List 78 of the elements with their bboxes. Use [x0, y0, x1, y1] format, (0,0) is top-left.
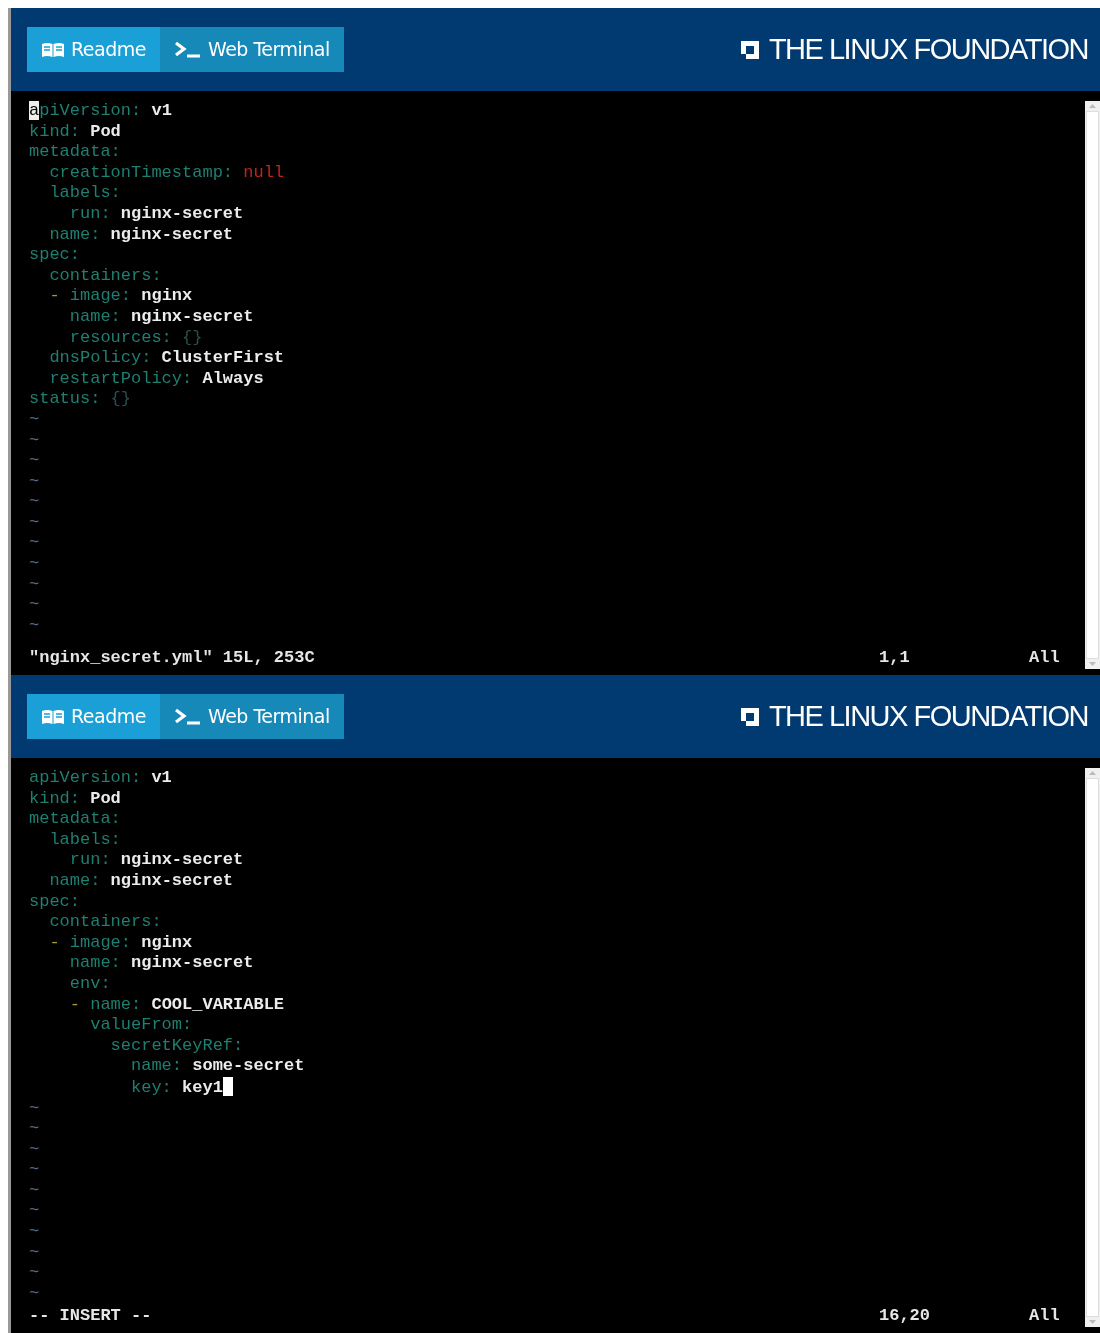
- scroll-down-icon[interactable]: [1088, 659, 1097, 669]
- code-line: secretKeyRef:: [109, 1035, 244, 1057]
- code-line: metadata:: [29, 142, 121, 163]
- book-icon: [41, 41, 65, 58]
- empty-line-marker: ~: [29, 1263, 40, 1284]
- empty-line-marker: ~: [29, 595, 40, 616]
- empty-line-marker: ~: [29, 409, 40, 431]
- code-line: metadata:: [29, 809, 121, 830]
- empty-line-marker: ~: [29, 1098, 40, 1120]
- code-line: - image: nginx: [48, 286, 193, 307]
- code-line: run: nginx-secret: [68, 850, 244, 871]
- code-line: env:: [68, 973, 111, 995]
- empty-line-marker: ~: [29, 533, 40, 555]
- code-line: status: {}: [29, 389, 132, 410]
- empty-line-marker: ~: [29, 1160, 40, 1181]
- scrollbar[interactable]: [1085, 101, 1100, 669]
- empty-line-marker: ~: [29, 492, 40, 513]
- code-line: labels:: [48, 829, 121, 851]
- code-line: dnsPolicy: ClusterFirst: [48, 348, 285, 369]
- empty-line-marker: ~: [29, 1139, 40, 1161]
- terminal-prompt-icon: [173, 40, 202, 59]
- code-line: apiVersion: v1: [29, 768, 172, 789]
- empty-line-marker: ~: [29, 1119, 40, 1140]
- empty-line-marker: ~: [29, 1222, 40, 1243]
- tab[interactable]: Web Terminal: [159, 27, 344, 72]
- code-line: restartPolicy: Always: [48, 368, 264, 390]
- code-line: apiVersion: v1: [29, 101, 172, 122]
- tab[interactable]: Readme: [27, 694, 160, 739]
- scrollbar-thumb[interactable]: [1086, 778, 1099, 1317]
- empty-line-marker: ~: [29, 451, 40, 472]
- empty-line-marker: ~: [29, 554, 40, 575]
- status-message: "nginx_secret.yml" 15L, 253C: [29, 648, 316, 669]
- tab[interactable]: Readme: [27, 27, 160, 72]
- scroll-up-icon[interactable]: [1088, 768, 1097, 778]
- code-line: name: nginx-secret: [68, 953, 254, 974]
- square-logo-icon: [738, 38, 761, 61]
- logo-text: THE LINUX FOUNDATION: [768, 31, 1088, 67]
- code-line: name: nginx-secret: [48, 870, 234, 892]
- empty-line-marker: ~: [29, 615, 40, 637]
- code-line: resources: {}: [68, 327, 203, 349]
- code-line: run: nginx-secret: [68, 203, 244, 225]
- code-line: labels:: [48, 183, 121, 204]
- empty-line-marker: ~: [29, 430, 40, 452]
- code-line: kind: Pod: [29, 788, 121, 810]
- code-line: name: nginx-secret: [48, 224, 234, 246]
- empty-line-marker: ~: [29, 1242, 40, 1264]
- scrollbar-thumb[interactable]: [1086, 111, 1099, 659]
- logo-text: THE LINUX FOUNDATION: [768, 698, 1088, 734]
- code-line: valueFrom:: [89, 1015, 193, 1036]
- code-line: name: nginx-secret: [68, 306, 254, 328]
- tab[interactable]: Web Terminal: [159, 694, 344, 739]
- empty-line-marker: ~: [29, 1283, 40, 1305]
- scroll-position: All: [1029, 648, 1060, 669]
- empty-line-marker: ~: [29, 574, 40, 596]
- code-line: kind: Pod: [29, 121, 121, 143]
- cursor-position: 1,1: [879, 648, 911, 669]
- code-line: spec:: [29, 245, 80, 266]
- empty-line-marker: ~: [29, 1201, 40, 1223]
- scrollbar[interactable]: [1085, 768, 1100, 1327]
- terminal-prompt-icon: [173, 707, 202, 726]
- book-icon: [41, 708, 65, 725]
- code-line: containers:: [48, 265, 162, 287]
- code-line: spec:: [29, 891, 80, 913]
- empty-line-marker: ~: [29, 1180, 40, 1202]
- code-line: key: key1: [29, 1076, 233, 1099]
- code-line: creationTimestamp: null: [48, 162, 285, 184]
- empty-line-marker: ~: [29, 471, 40, 493]
- scroll-up-icon[interactable]: [1088, 101, 1097, 111]
- scroll-position: All: [1029, 1306, 1060, 1327]
- code-line: name: some-secret: [130, 1056, 305, 1077]
- code-line: containers:: [48, 912, 162, 933]
- empty-line-marker: ~: [29, 512, 40, 534]
- code-line: - image: nginx: [48, 932, 193, 954]
- scroll-down-icon[interactable]: [1088, 1317, 1097, 1327]
- status-message: -- INSERT --: [29, 1306, 153, 1327]
- square-logo-icon: [738, 705, 761, 728]
- code-line: - name: COOL_VARIABLE: [68, 994, 285, 1016]
- cursor-position: 16,20: [879, 1306, 931, 1327]
